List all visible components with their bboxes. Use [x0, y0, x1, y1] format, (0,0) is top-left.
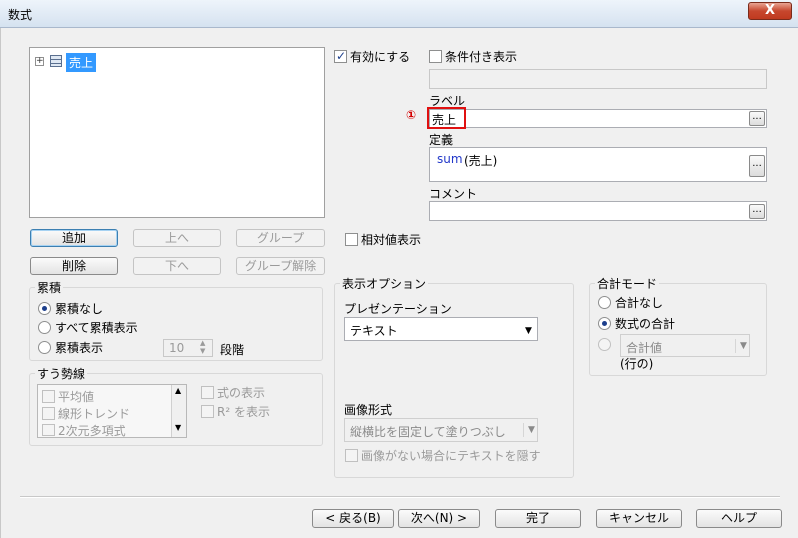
dropdown-arrow-icon[interactable]: ▼ [525, 326, 532, 336]
spin-icon[interactable]: ▲ ▼ [200, 339, 205, 355]
definition-field[interactable]: sum (売上) ... [429, 147, 767, 182]
title-bar [0, 0, 798, 28]
radio-no-total-label: 合計なし [615, 296, 664, 310]
comment-title: コメント [429, 187, 478, 201]
cancel-button[interactable]: キャンセル [596, 509, 682, 528]
show-formula-checkbox[interactable] [201, 386, 214, 399]
trend-average-label: 平均値 [58, 390, 95, 404]
enable-checkbox[interactable] [334, 49, 347, 63]
close-button[interactable]: X [748, 2, 792, 20]
definition-title: 定義 [429, 133, 454, 147]
presentation-dropdown[interactable]: テキスト ▼ [344, 317, 538, 341]
presentation-value: テキスト [350, 324, 398, 338]
dropdown-arrow-icon[interactable]: ▼ [523, 423, 535, 437]
enable-label: 有効にする [350, 50, 411, 64]
radio-no-accumulation-label: 累積なし [55, 302, 104, 316]
radio-expression-total-label: 数式の合計 [615, 317, 676, 331]
relative-label: 相対値表示 [361, 233, 422, 247]
hide-text-checkbox[interactable] [345, 449, 358, 462]
show-r2-checkbox[interactable] [201, 405, 214, 418]
image-format-dropdown[interactable]: 縦横比を固定して塗りつぶし ▼ [344, 418, 538, 442]
presentation-label: プレゼンテーション [344, 302, 452, 316]
steps-label: 段階 [220, 343, 245, 357]
trend-linear-checkbox[interactable] [42, 407, 55, 420]
delete-button[interactable]: 削除 [30, 257, 118, 275]
conditional-checkbox[interactable] [429, 50, 442, 63]
total-value: 合計値 [626, 341, 663, 355]
radio-accumulation[interactable] [38, 341, 51, 354]
add-button[interactable]: 追加 [30, 229, 118, 247]
ungroup-button[interactable]: グループ解除 [236, 257, 325, 275]
display-options-title: 表示オプション [340, 275, 429, 292]
radio-expression-total[interactable] [598, 317, 611, 330]
accumulation-title: 累積 [35, 279, 64, 296]
table-icon [50, 55, 62, 67]
scroll-arrow-icon[interactable]: ▲ [175, 386, 181, 395]
ellipsis-icon[interactable]: ... [749, 155, 765, 177]
back-button[interactable]: < 戻る(B) [312, 509, 394, 528]
move-up-button[interactable]: 上へ [133, 229, 221, 247]
steps-spinbox[interactable]: 10 ▲ ▼ [163, 339, 213, 357]
radio-total-value[interactable] [598, 338, 611, 351]
definition-function: sum [437, 152, 463, 166]
total-value-sub: (行の) [620, 357, 654, 371]
finish-button[interactable]: 完了 [495, 509, 581, 528]
trend-poly-checkbox[interactable] [42, 424, 55, 436]
trendline-scrollbar[interactable]: ▲ ▼ [171, 385, 186, 437]
next-button[interactable]: 次へ(N) > [398, 509, 480, 528]
conditional-label: 条件付き表示 [445, 50, 518, 64]
window-title: 数式 [8, 8, 33, 22]
trend-average-checkbox[interactable] [42, 390, 55, 403]
trendline-title: すう勢線 [35, 365, 88, 382]
close-icon: X [764, 3, 776, 18]
footer-separator [20, 496, 780, 498]
move-down-button[interactable]: 下へ [133, 257, 221, 275]
expression-tree[interactable]: + 売上 [29, 47, 325, 218]
trendline-list[interactable]: 平均値 線形トレンド 2次元多項式 ▲ ▼ [37, 384, 187, 438]
expand-icon[interactable]: + [35, 57, 44, 66]
definition-argument: (売上) [464, 154, 498, 168]
relative-checkbox[interactable] [345, 233, 358, 246]
scroll-arrow-icon[interactable]: ▼ [175, 423, 181, 432]
hide-text-label: 画像がない場合にテキストを隠す [361, 449, 541, 463]
callout-marker: ① [406, 108, 417, 122]
tree-item-selected[interactable]: 売上 [66, 53, 97, 72]
image-format-value: 縦横比を固定して塗りつぶし [350, 425, 506, 439]
label-field[interactable]: ... [429, 109, 767, 128]
conditional-field[interactable] [429, 69, 767, 89]
total-value-dropdown[interactable]: 合計値 ▼ [620, 334, 750, 357]
radio-no-total[interactable] [598, 296, 611, 309]
radio-no-accumulation[interactable] [38, 302, 51, 315]
ellipsis-icon[interactable]: ... [749, 204, 765, 219]
radio-accumulation-label: 累積表示 [55, 341, 104, 355]
label-value: 売上 [432, 113, 457, 127]
trend-poly-label: 2次元多項式 [58, 424, 126, 438]
comment-field[interactable]: ... [429, 201, 767, 221]
image-format-label: 画像形式 [344, 403, 393, 417]
show-r2-label: R² を表示 [217, 405, 270, 419]
dropdown-arrow-icon[interactable]: ▼ [735, 339, 747, 353]
trend-linear-label: 線形トレンド [58, 407, 131, 421]
ellipsis-icon[interactable]: ... [749, 111, 765, 126]
radio-full-accumulation[interactable] [38, 321, 51, 334]
window-edge [0, 28, 1, 538]
steps-value: 10 [169, 341, 185, 355]
total-mode-title: 合計モード [595, 275, 660, 292]
show-formula-label: 式の表示 [217, 386, 266, 400]
group-button[interactable]: グループ [236, 229, 325, 247]
help-button[interactable]: ヘルプ [696, 509, 782, 528]
radio-full-accumulation-label: すべて累積表示 [55, 321, 138, 335]
